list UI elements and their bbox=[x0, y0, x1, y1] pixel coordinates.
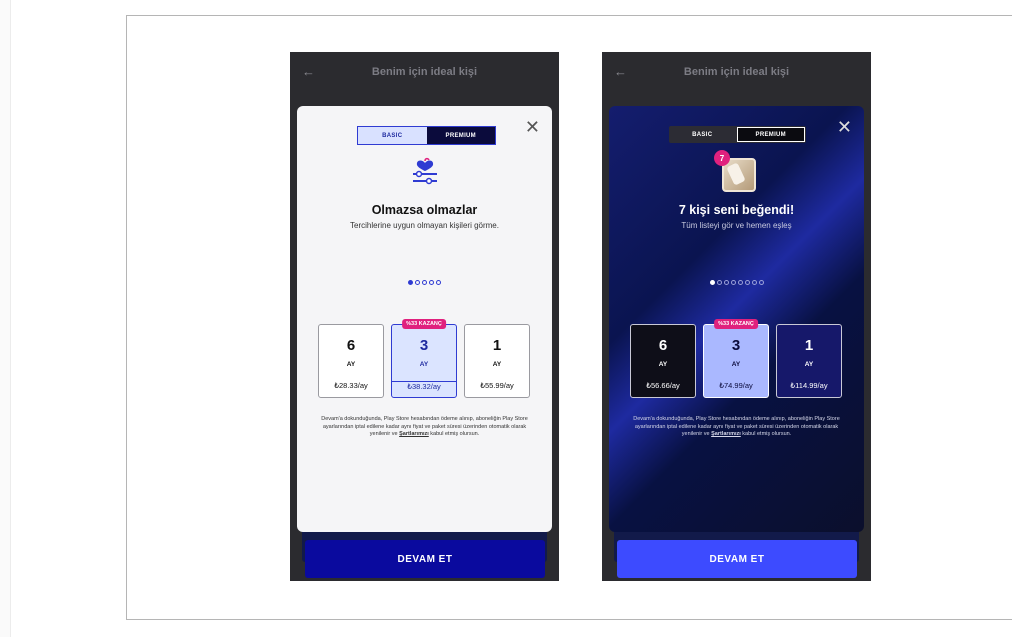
plan-price: ₺74.99/ay bbox=[719, 381, 753, 390]
savings-badge: %33 KAZANÇ bbox=[402, 319, 446, 329]
carousel-dot[interactable] bbox=[429, 280, 434, 285]
tab-basic[interactable]: BASIC bbox=[669, 126, 736, 143]
feature-headline: 7 kişi seni beğendi! bbox=[678, 203, 795, 217]
plan-duration-unit: AY bbox=[346, 361, 356, 368]
carousel-dot[interactable] bbox=[730, 280, 736, 285]
plan-options: 6 AY ₺28.33/ay %33 KAZANÇ 3 AY ₺38.32/ay… bbox=[318, 319, 531, 401]
carousel-dot[interactable] bbox=[422, 280, 427, 285]
carousel-dot[interactable] bbox=[436, 280, 441, 285]
continue-button[interactable]: DEVAM ET bbox=[305, 540, 545, 578]
carousel-dots[interactable] bbox=[297, 280, 552, 285]
plan-option-3-months[interactable]: %33 KAZANÇ 3 AY ₺74.99/ay bbox=[703, 319, 769, 398]
carousel-dot[interactable] bbox=[723, 280, 729, 285]
carousel-dot[interactable] bbox=[716, 280, 722, 285]
plan-option-6-months[interactable]: 6 AY ₺56.66/ay bbox=[630, 324, 696, 398]
tab-basic[interactable]: BASIC bbox=[358, 127, 427, 144]
plan-option-1-month[interactable]: 1 AY ₺55.99/ay bbox=[464, 324, 530, 398]
feature-headline: Olmazsa olmazlar bbox=[371, 203, 478, 217]
plan-tier-toggle: BASIC PREMIUM bbox=[669, 126, 806, 143]
carousel-dot[interactable] bbox=[744, 280, 750, 285]
legal-text-end: kabul etmiş olursun. bbox=[428, 431, 480, 437]
carousel-dot[interactable] bbox=[758, 280, 764, 285]
plan-duration-unit: AY bbox=[492, 361, 502, 368]
app-bar: ← Benim için ideal kişi bbox=[290, 52, 559, 98]
phone-screen-basic: ← Benim için ideal kişi Kaydet ✕ BASIC P… bbox=[290, 52, 559, 581]
tab-premium[interactable]: PREMIUM bbox=[426, 127, 495, 144]
subscription-sheet: ✕ BASIC PREMIUM 7 7 kişi seni beğendi! T… bbox=[609, 106, 864, 578]
plan-price: ₺38.32/ay bbox=[392, 381, 456, 391]
tab-premium[interactable]: PREMIUM bbox=[736, 127, 805, 142]
left-edge-strip bbox=[0, 0, 11, 637]
carousel-dot[interactable] bbox=[408, 280, 413, 285]
carousel-dots[interactable] bbox=[609, 280, 864, 285]
plan-duration-unit: AY bbox=[419, 361, 429, 368]
carousel-dot[interactable] bbox=[737, 280, 743, 285]
plan-option-1-month[interactable]: 1 AY ₺114.99/ay bbox=[776, 324, 842, 398]
plan-duration-unit: AY bbox=[658, 361, 668, 368]
feature-subline: Tüm listeyi gör ve hemen eşleş bbox=[681, 221, 792, 230]
plan-duration-number: 6 bbox=[346, 337, 356, 354]
plan-duration-number: 6 bbox=[658, 337, 668, 354]
savings-badge: %33 KAZANÇ bbox=[714, 319, 758, 329]
plan-option-6-months[interactable]: 6 AY ₺28.33/ay bbox=[318, 324, 384, 398]
plan-duration-number: 3 bbox=[419, 337, 429, 354]
carousel-dot[interactable] bbox=[415, 280, 420, 285]
plan-duration-number: 3 bbox=[731, 337, 741, 354]
plan-option-3-months[interactable]: %33 KAZANÇ 3 AY ₺38.32/ay bbox=[391, 319, 457, 398]
carousel-dot[interactable] bbox=[751, 280, 757, 285]
plan-duration-unit: AY bbox=[731, 361, 741, 368]
likes-count-badge: 7 bbox=[714, 150, 730, 166]
subscription-sheet: ✕ BASIC PREMIUM Olmazsa olmazlar Tercihl… bbox=[297, 106, 552, 578]
close-icon[interactable]: ✕ bbox=[837, 118, 852, 136]
plan-duration-unit: AY bbox=[804, 361, 814, 368]
carousel-dot[interactable] bbox=[709, 280, 715, 285]
app-bar: ← Benim için ideal kişi bbox=[602, 52, 871, 98]
preferences-heart-icon bbox=[413, 157, 437, 185]
legal-text-end: kabul etmiş olursun. bbox=[740, 431, 792, 437]
terms-link[interactable]: Şartlarımızı bbox=[711, 431, 741, 437]
screenshot-frame bbox=[126, 15, 1012, 620]
plan-price: ₺56.66/ay bbox=[646, 381, 680, 390]
app-bar-title: Benim için ideal kişi bbox=[683, 66, 790, 78]
legal-text: Devam'a dokunduğunda, Play Store hesabın… bbox=[627, 416, 846, 439]
continue-button[interactable]: DEVAM ET bbox=[617, 540, 857, 578]
app-bar-title: Benim için ideal kişi bbox=[371, 66, 478, 78]
plan-duration-number: 1 bbox=[804, 337, 814, 354]
plan-options: 6 AY ₺56.66/ay %33 KAZANÇ 3 AY ₺74.99/ay… bbox=[630, 319, 843, 401]
phone-screen-premium: ← Benim için ideal kişi Kaydet ✕ BASIC P… bbox=[602, 52, 871, 581]
legal-text: Devam'a dokunduğunda, Play Store hesabın… bbox=[315, 416, 534, 439]
feature-subline: Tercihlerine uygun olmayan kişileri görm… bbox=[350, 221, 499, 230]
plan-duration-number: 1 bbox=[492, 337, 502, 354]
close-icon[interactable]: ✕ bbox=[525, 118, 540, 136]
plan-price: ₺114.99/ay bbox=[790, 381, 828, 390]
plan-price: ₺28.33/ay bbox=[334, 381, 368, 390]
terms-link[interactable]: Şartlarımızı bbox=[399, 431, 429, 437]
plan-tier-toggle: BASIC PREMIUM bbox=[357, 126, 496, 145]
plan-price: ₺55.99/ay bbox=[480, 381, 514, 390]
